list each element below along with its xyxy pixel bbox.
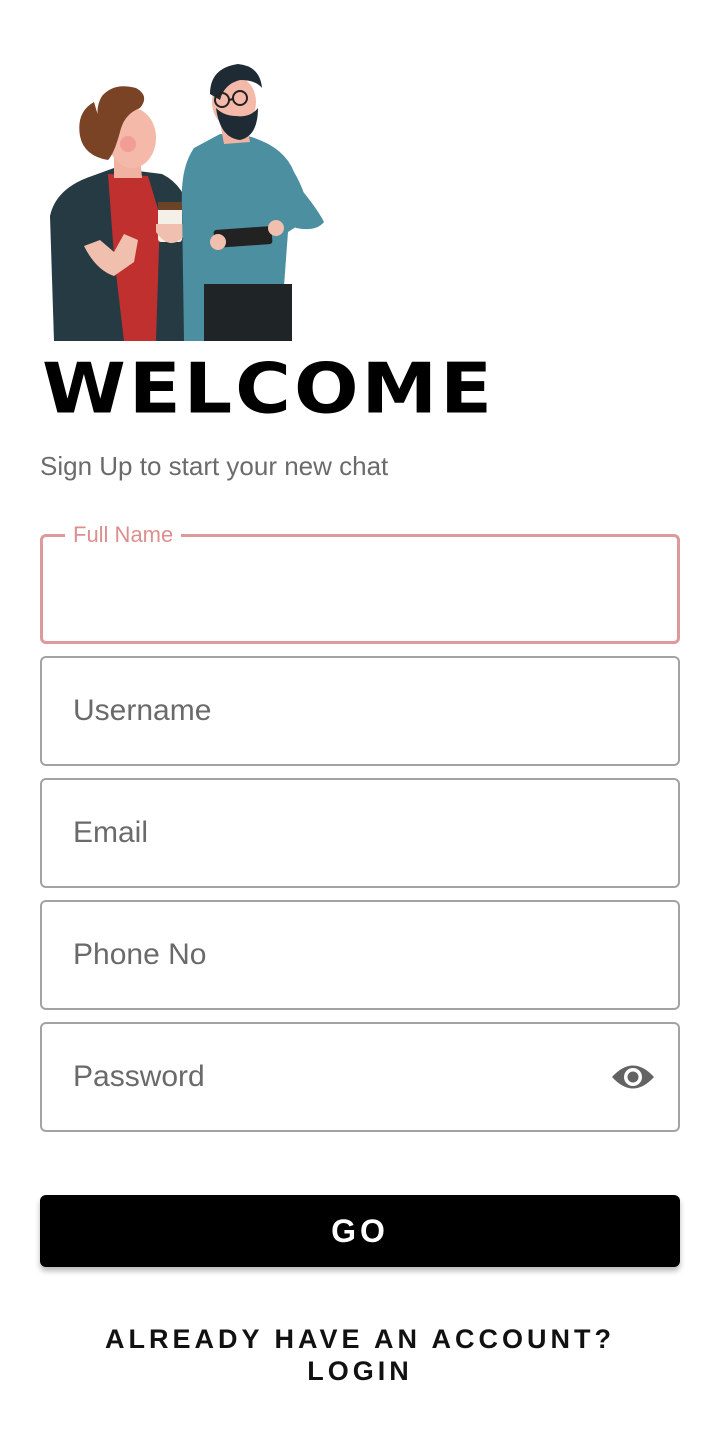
username-placeholder: Username: [73, 694, 212, 727]
phone-field[interactable]: Phone No: [40, 900, 680, 1010]
password-placeholder: Password: [73, 1060, 205, 1093]
login-link[interactable]: ALREADY HAVE AN ACCOUNT? LOGIN: [0, 1323, 720, 1387]
page-subtitle: Sign Up to start your new chat: [40, 451, 389, 481]
go-button[interactable]: GO: [40, 1195, 680, 1267]
password-field[interactable]: Password: [40, 1022, 680, 1132]
email-placeholder: Email: [73, 816, 149, 849]
full-name-field[interactable]: Full Name: [40, 520, 680, 644]
eye-icon[interactable]: [610, 1060, 656, 1094]
page-title: WELCOME: [42, 347, 496, 430]
email-field[interactable]: Email: [40, 778, 680, 888]
phone-placeholder: Phone No: [73, 938, 207, 971]
signup-screen: WELCOME Sign Up to start your new chat F…: [0, 0, 720, 1440]
username-field[interactable]: Username: [40, 656, 680, 766]
full-name-label: Full Name: [65, 520, 182, 550]
people-illustration: [50, 64, 324, 341]
login-link-line2: LOGIN: [307, 1356, 413, 1386]
login-link-line1: ALREADY HAVE AN ACCOUNT?: [104, 1324, 615, 1354]
